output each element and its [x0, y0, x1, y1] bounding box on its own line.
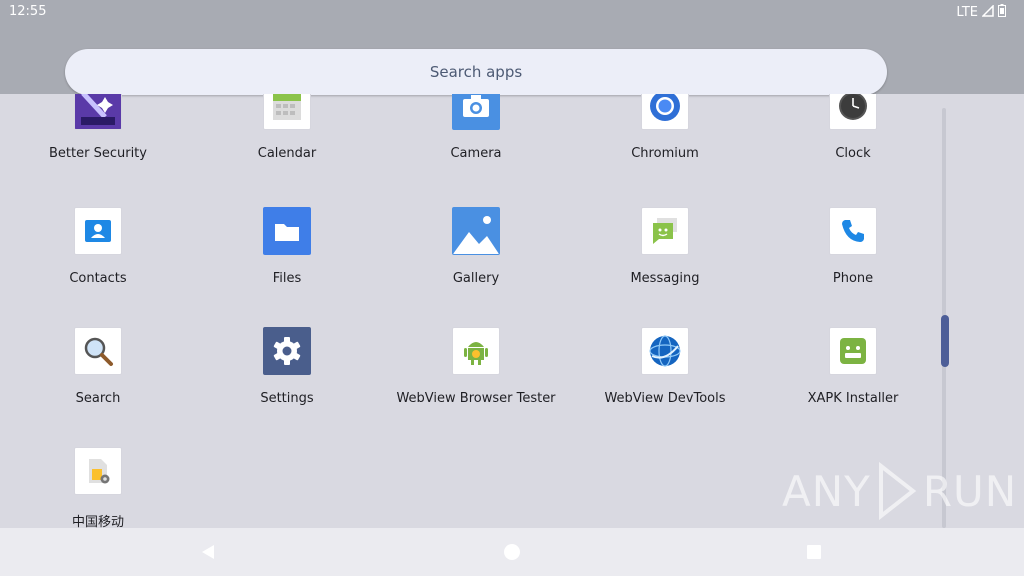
- calendar-icon: [263, 94, 311, 130]
- search-placeholder: Search apps: [429, 63, 523, 81]
- watermark-text-run: RUN: [922, 466, 1018, 516]
- app-label: Files: [272, 271, 302, 286]
- sim-card-icon: [74, 447, 122, 495]
- phone-icon: [829, 207, 877, 255]
- app-label: Better Security: [49, 146, 147, 161]
- shield-magic-icon: [74, 94, 122, 130]
- recents-icon: [807, 545, 821, 559]
- chromium-icon: [641, 94, 689, 130]
- gallery-icon: [452, 207, 500, 255]
- messaging-icon: [641, 207, 689, 255]
- magnifier-icon: [74, 327, 122, 375]
- home-button[interactable]: [502, 542, 522, 562]
- gear-icon: [263, 327, 311, 375]
- app-calendar[interactable]: Calendar: [193, 94, 381, 161]
- recents-button[interactable]: [804, 542, 824, 562]
- app-files[interactable]: Files: [193, 207, 381, 286]
- app-contacts[interactable]: Contacts: [4, 207, 192, 286]
- app-label: WebView DevTools: [604, 391, 726, 406]
- watermark: ANY RUN: [782, 462, 1017, 520]
- app-webview-devtools[interactable]: WebView DevTools: [571, 327, 759, 406]
- app-label: Chromium: [631, 146, 699, 161]
- android-robot-icon: [452, 327, 500, 375]
- app-better-security[interactable]: Better Security: [4, 94, 192, 161]
- xapk-icon: [829, 327, 877, 375]
- clock-icon: [829, 94, 877, 130]
- app-webview-browser-tester[interactable]: WebView Browser Tester: [382, 327, 570, 406]
- app-phone[interactable]: Phone: [759, 207, 940, 286]
- play-icon: [878, 462, 917, 520]
- watermark-text-any: ANY: [782, 466, 871, 516]
- signal-icon: [981, 3, 994, 21]
- app-label: Phone: [832, 271, 874, 286]
- contacts-icon: [74, 207, 122, 255]
- app-settings[interactable]: Settings: [193, 327, 381, 406]
- home-icon: [504, 544, 520, 560]
- status-time: 12:55: [9, 4, 47, 19]
- folder-icon: [263, 207, 311, 255]
- app-label: Camera: [450, 146, 502, 161]
- network-type: LTE: [956, 5, 978, 20]
- app-label: Messaging: [630, 271, 700, 286]
- back-icon: [202, 545, 214, 559]
- globe-icon: [641, 327, 689, 375]
- app-label: Calendar: [257, 146, 317, 161]
- app-label: Clock: [835, 146, 871, 161]
- app-camera[interactable]: Camera: [382, 94, 570, 161]
- app-label: Contacts: [69, 271, 127, 286]
- app-chromium[interactable]: Chromium: [571, 94, 759, 161]
- app-xapk-installer[interactable]: XAPK Installer: [759, 327, 940, 406]
- status-indicators: LTE: [956, 3, 1006, 21]
- camera-icon: [452, 94, 500, 130]
- app-china-mobile[interactable]: 中国移动: [4, 447, 192, 528]
- battery-icon: [998, 4, 1006, 21]
- search-apps-input[interactable]: Search apps: [65, 49, 887, 95]
- app-label: Gallery: [452, 271, 500, 286]
- navigation-bar: [0, 528, 1024, 576]
- app-label: WebView Browser Tester: [396, 391, 556, 406]
- app-label: XAPK Installer: [807, 391, 899, 406]
- app-label: 中国移动: [71, 515, 124, 528]
- app-clock[interactable]: Clock: [759, 94, 940, 161]
- back-button[interactable]: [198, 542, 218, 562]
- app-search[interactable]: Search: [4, 327, 192, 406]
- scrollbar-thumb[interactable]: [941, 315, 949, 367]
- app-label: Search: [75, 391, 121, 406]
- app-messaging[interactable]: Messaging: [571, 207, 759, 286]
- app-label: Settings: [260, 391, 314, 406]
- app-gallery[interactable]: Gallery: [382, 207, 570, 286]
